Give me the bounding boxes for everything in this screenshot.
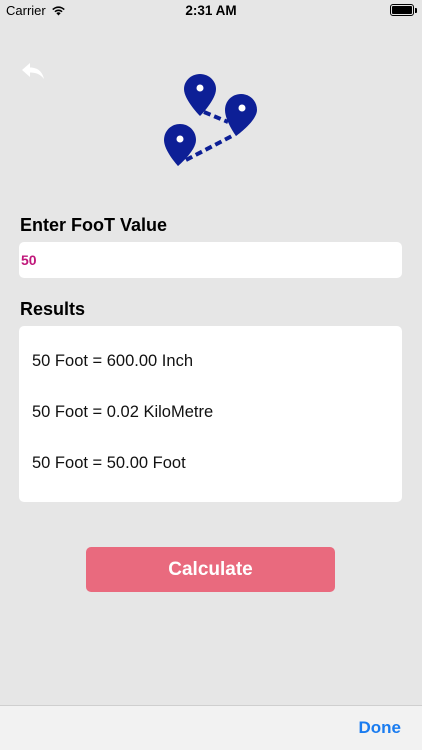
status-bar: Carrier 2:31 AM: [0, 0, 422, 22]
map-pins-route-icon: [164, 74, 257, 166]
results-label: Results: [20, 299, 86, 319]
results-card: 50 Foot = 600.00 Inch 50 Foot = 0.02 Kil…: [19, 326, 402, 502]
calculate-button[interactable]: Calculate: [86, 547, 335, 592]
status-time: 2:31 AM: [185, 3, 237, 18]
back-button[interactable]: [20, 60, 48, 84]
result-foot: 50 Foot = 50.00 Foot: [32, 454, 186, 472]
result-kilometre: 50 Foot = 0.02 KiloMetre: [32, 403, 214, 421]
battery-icon: [390, 4, 417, 16]
back-arrow-icon: [22, 63, 44, 79]
foot-value-input[interactable]: [19, 242, 402, 278]
app-screen: Carrier 2:31 AM Enter FooT Value 50 Resu…: [0, 0, 422, 750]
done-button[interactable]: Done: [359, 718, 402, 738]
keyboard-toolbar: Done: [0, 705, 422, 750]
result-inch: 50 Foot = 600.00 Inch: [32, 352, 193, 370]
foot-value-label: Enter FooT Value: [20, 215, 168, 235]
